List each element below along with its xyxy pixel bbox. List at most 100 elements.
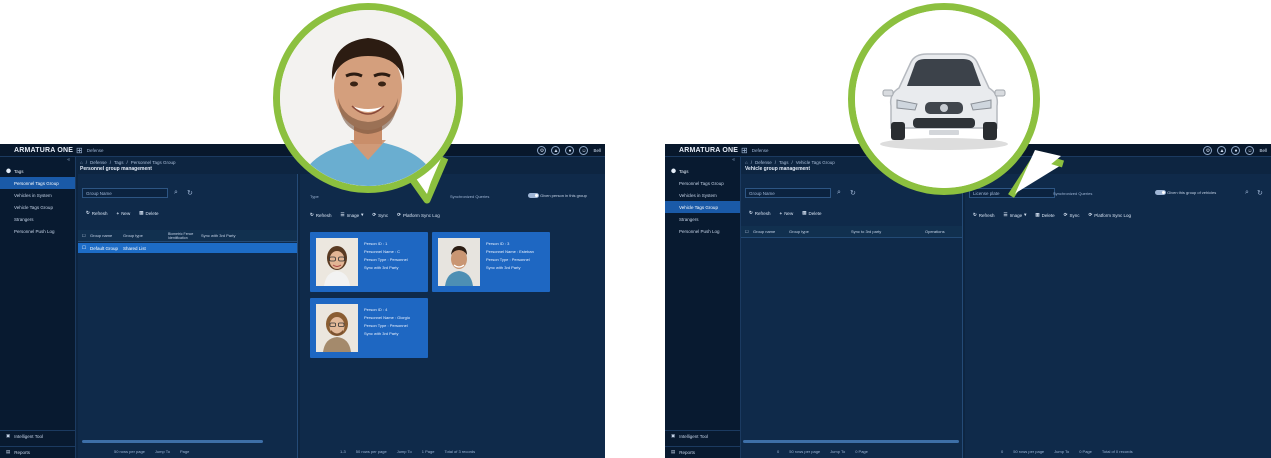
notification-icon[interactable]: ● [1231,146,1241,155]
refresh-button[interactable]: ↻ Refresh [973,212,995,218]
column-header[interactable]: Biometric Fence Identification [168,232,201,240]
sync-button[interactable]: ⟳ Sync [372,212,388,218]
breadcrumb-item[interactable]: Tags [114,160,124,165]
rows-per-page-select[interactable]: 50 rows per page [356,449,387,454]
search-icon[interactable]: ⌕ [174,189,178,197]
top-crumb[interactable]: Defense [752,148,769,153]
sidebar-group-label: Tags [14,168,24,174]
person-type: Person Type : Personnel [486,257,530,262]
sidebar-item-intelligent-tool[interactable]: ▣ Intelligent Tool [0,430,75,441]
sidebar-item-personnel-push-log[interactable]: Personnel Push Log [0,225,75,237]
person-card[interactable]: Person ID : 3 Personnel Name : Esteban P… [432,232,550,292]
refresh-button[interactable]: ↻ Refresh [310,212,332,218]
delete-button[interactable]: ▥ Delete [139,210,158,216]
total-records: Total of 0 records [1101,449,1133,454]
alarm-icon[interactable]: ▲ [551,146,561,155]
column-header[interactable]: Group type [789,229,851,234]
sidebar: « ⬤ Tags Personnel Tags Group Vehicles in… [665,157,741,458]
horizontal-scrollbar[interactable] [82,440,263,443]
settings-icon[interactable]: ⚙ [1203,146,1213,155]
reset-icon[interactable]: ↻ [1257,189,1263,197]
rows-per-page-select[interactable]: 50 rows per page [789,449,820,454]
collapse-icon[interactable]: « [665,157,740,165]
image-view-button[interactable]: ☰ Image ▾ [1004,212,1027,218]
sidebar-item-personnel-tags-group[interactable]: Personnel Tags Group [0,177,75,189]
refresh-icon: ↻ [86,210,90,215]
settings-icon[interactable]: ⚙ [537,146,547,155]
sidebar-item-vehicle-tags-group[interactable]: Vehicle Tags Group [665,201,740,213]
group-name-input[interactable]: Group Name [82,188,168,198]
image-view-button[interactable]: ☰ Image ▾ [341,212,364,218]
sidebar-group-tags[interactable]: ⬤ Tags [0,165,75,177]
record-range: 0 [777,449,780,454]
given-vehicle-toggle[interactable]: Given this group of vehicles [1155,190,1216,196]
column-header[interactable]: Operations [925,229,945,234]
sidebar-item-vehicles-in-system[interactable]: Vehicles in System [665,189,740,201]
refresh-button[interactable]: ↻ Refresh [86,210,108,216]
breadcrumb-item: Vehicle Tags Group [795,159,835,165]
horizontal-scrollbar[interactable] [743,440,959,443]
table-row[interactable]: ☐ Default Group Shared List [78,243,297,253]
toggle-switch[interactable] [1155,190,1166,196]
home-icon[interactable]: ⌂ [745,160,748,165]
breadcrumb-item[interactable]: Defense [90,160,107,165]
breadcrumb-item[interactable]: Tags [779,160,789,165]
sidebar-item-vehicle-tags-group[interactable]: Vehicle Tags Group [0,201,75,213]
new-button[interactable]: + New [780,211,794,216]
column-header[interactable]: Group type [123,233,168,238]
sidebar-item-strangers[interactable]: Strangers [0,213,75,225]
type-filter[interactable]: Type [310,194,319,199]
avatar[interactable]: ☺ [1245,146,1255,155]
refresh-button[interactable]: ↻ Refresh [749,210,771,216]
column-header[interactable]: Sync to 3rd party [851,229,925,234]
reset-icon[interactable]: ↻ [187,189,193,197]
search-icon[interactable]: ⌕ [1245,189,1249,197]
plus-icon: + [116,210,120,216]
sidebar-item-personnel-push-log[interactable]: Personnel Push Log [665,225,740,237]
sync-icon: ⟳ [372,212,377,217]
sidebar-item-vehicles-in-system[interactable]: Vehicles in System [0,189,75,201]
select-all-checkbox[interactable]: ☐ [741,229,753,234]
user-name[interactable]: Bell [1259,148,1267,153]
top-crumb[interactable]: Defense [87,148,104,153]
column-header[interactable]: Group name [90,233,123,238]
rows-per-page-select[interactable]: 50 rows per page [114,449,145,454]
platform-sync-log-button[interactable]: ⟳ Platform Sync Log [1088,212,1131,218]
given-person-toggle[interactable]: Given person in this group [528,193,587,199]
home-icon[interactable]: ⌂ [80,160,83,165]
delete-button[interactable]: ▥ Delete [802,210,821,216]
refresh-icon: ↻ [973,212,977,217]
alarm-icon[interactable]: ▲ [1217,146,1227,155]
person-type: Person Type : Personnel [364,323,408,328]
toggle-switch[interactable] [528,193,539,199]
search-icon[interactable]: ⌕ [837,189,841,197]
reset-icon[interactable]: ↻ [850,189,856,197]
avatar[interactable]: ☺ [579,146,589,155]
column-header[interactable]: Sync with 3rd Party [201,233,235,238]
collapse-icon[interactable]: « [0,157,75,165]
row-checkbox[interactable]: ☐ [78,245,90,251]
delete-button[interactable]: ▥ Delete [1035,212,1054,218]
sidebar-item-intelligent-tool[interactable]: ▣ Intelligent Tool [665,430,740,441]
sidebar-item-reports[interactable]: ▤ Reports [0,446,75,457]
sync-button[interactable]: ⟳ Sync [1064,212,1080,218]
sidebar-item-strangers[interactable]: Strangers [665,213,740,225]
select-all-checkbox[interactable]: ☐ [78,233,90,238]
sidebar-item-reports[interactable]: ▤ Reports [665,446,740,457]
apps-grid-icon[interactable]: ⊞ [741,146,748,155]
person-card[interactable]: Person ID : 4 Personnel Name : Giorgio P… [310,298,428,358]
rows-per-page-select[interactable]: 50 rows per page [1013,449,1044,454]
breadcrumb: ⌂ / Defense / Tags / Vehicle Tags Group [745,159,835,165]
user-name[interactable]: Bell [593,148,601,153]
group-name-input[interactable]: Group Name [745,188,831,198]
new-button[interactable]: + New [117,211,131,216]
sidebar-bottom-label: Intelligent Tool [14,433,43,439]
sidebar-group-tags[interactable]: ⬤ Tags [665,165,740,177]
person-card[interactable]: Person ID : 1 Personnel Name : C Person … [310,232,428,292]
sidebar-item-personnel-tags-group[interactable]: Personnel Tags Group [665,177,740,189]
apps-grid-icon[interactable]: ⊞ [76,146,83,155]
notification-icon[interactable]: ● [565,146,575,155]
platform-sync-log-button[interactable]: ⟳ Platform Sync Log [397,212,440,218]
column-header[interactable]: Group name [753,229,789,234]
breadcrumb-item[interactable]: Defense [755,160,772,165]
